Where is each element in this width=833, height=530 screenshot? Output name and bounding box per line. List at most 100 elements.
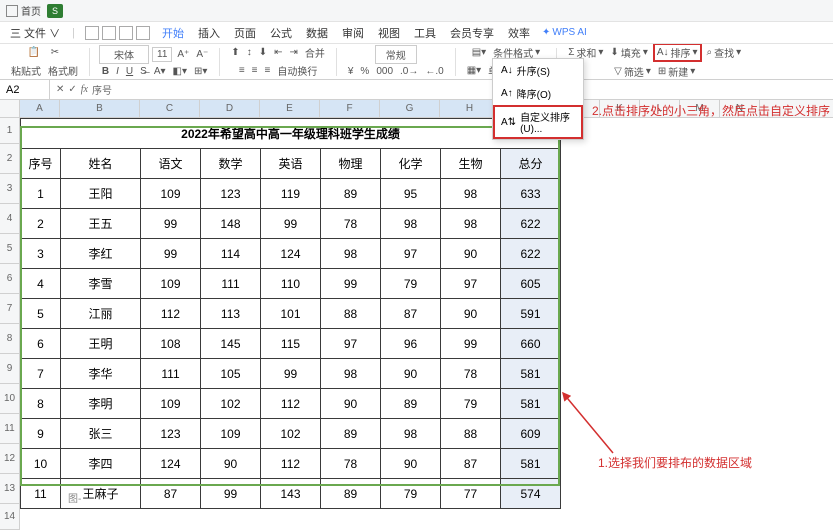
- toolbar-icon[interactable]: [102, 26, 116, 40]
- align-center[interactable]: ≡: [250, 64, 260, 77]
- table-row[interactable]: 2王五9914899789898622: [21, 209, 561, 239]
- col-header[interactable]: A: [20, 100, 60, 117]
- italic-button[interactable]: I: [114, 65, 121, 78]
- table-row[interactable]: 6王明108145115979699660: [21, 329, 561, 359]
- underline-button[interactable]: U: [124, 65, 135, 78]
- paste-icon: 📋: [27, 46, 41, 60]
- row-header[interactable]: 3: [0, 174, 19, 204]
- comma-button[interactable]: 000: [374, 65, 395, 78]
- new-button[interactable]: ⊞ 新建▾: [656, 63, 697, 80]
- table-row[interactable]: 8李明109102112908979581: [21, 389, 561, 419]
- style2[interactable]: ▦▾: [465, 64, 483, 77]
- font-size-select[interactable]: 11: [152, 47, 172, 62]
- font-color[interactable]: A▾: [152, 65, 168, 78]
- merge-button[interactable]: 合并: [303, 44, 327, 61]
- font-shrink[interactable]: A⁻: [194, 48, 210, 61]
- find-button[interactable]: ⌕ 查找▾: [705, 44, 744, 61]
- font-group: 宋体 11 A⁺ A⁻ B I U S̶ A▾ ◧▾ ⊞▾: [96, 45, 213, 78]
- row-header[interactable]: 9: [0, 354, 19, 384]
- table-row[interactable]: 7李华11110599989078581: [21, 359, 561, 389]
- currency-button[interactable]: ¥: [346, 65, 356, 78]
- cancel-icon[interactable]: ✕: [56, 84, 64, 95]
- wps-ai-button[interactable]: ✦ WPS AI: [542, 27, 587, 38]
- toolbar-icon[interactable]: [85, 26, 99, 40]
- dec-inc[interactable]: .0→: [398, 65, 420, 78]
- col-header[interactable]: F: [320, 100, 380, 117]
- menu-efficiency[interactable]: 效率: [506, 23, 532, 43]
- row-header[interactable]: 4: [0, 204, 19, 234]
- col-header[interactable]: H: [440, 100, 500, 117]
- col-header[interactable]: E: [260, 100, 320, 117]
- formula-input[interactable]: 序号: [92, 82, 112, 97]
- col-header[interactable]: D: [200, 100, 260, 117]
- row-header[interactable]: 11: [0, 414, 19, 444]
- filter-button[interactable]: ▽ 筛选▾: [612, 63, 653, 80]
- number-format[interactable]: 常规: [375, 45, 417, 64]
- menu-view[interactable]: 视图: [376, 23, 402, 43]
- fx-icon[interactable]: fx: [81, 84, 88, 95]
- col-header[interactable]: C: [140, 100, 200, 117]
- wrap-button[interactable]: 自动换行: [275, 62, 319, 79]
- sort-desc[interactable]: A↑降序(O): [493, 82, 583, 105]
- font-grow[interactable]: A⁺: [175, 48, 191, 61]
- table-row[interactable]: 11王麻子8799143897977574: [21, 479, 561, 509]
- row-header[interactable]: 8: [0, 324, 19, 354]
- align-bot[interactable]: ⬇: [257, 46, 269, 59]
- toolbar-icon[interactable]: [136, 26, 150, 40]
- align-left[interactable]: ≡: [237, 64, 247, 77]
- percent-button[interactable]: %: [358, 65, 371, 78]
- confirm-icon[interactable]: ✓: [68, 84, 76, 95]
- font-name-select[interactable]: 宋体: [99, 45, 149, 64]
- table-row[interactable]: 5江丽112113101888790591: [21, 299, 561, 329]
- align-top[interactable]: ⬆: [229, 46, 241, 59]
- row-header[interactable]: 2: [0, 144, 19, 174]
- toolbar-icon[interactable]: [119, 26, 133, 40]
- select-all-corner[interactable]: [0, 100, 19, 118]
- fill-color[interactable]: ◧▾: [171, 65, 189, 78]
- row-header[interactable]: 5: [0, 234, 19, 264]
- strike-button[interactable]: S̶: [138, 65, 149, 78]
- paste-button[interactable]: 📋: [25, 45, 43, 61]
- border-button[interactable]: ⊞▾: [192, 65, 209, 78]
- cut-icon: ✂: [48, 46, 62, 60]
- row-header[interactable]: 6: [0, 264, 19, 294]
- sort-button[interactable]: A↓ 排序▾: [653, 44, 702, 62]
- col-header[interactable]: G: [380, 100, 440, 117]
- row-header[interactable]: 12: [0, 444, 19, 474]
- home-tab[interactable]: 首页: [6, 3, 41, 18]
- doc-tab-icon[interactable]: S: [47, 4, 63, 18]
- row-header[interactable]: 7: [0, 294, 19, 324]
- row-header[interactable]: 1: [0, 118, 19, 144]
- row-header[interactable]: 10: [0, 384, 19, 414]
- table-row[interactable]: 10李四12490112789087581: [21, 449, 561, 479]
- table-row[interactable]: 3李红99114124989790622: [21, 239, 561, 269]
- align-mid[interactable]: ↕: [245, 46, 254, 59]
- menu-member[interactable]: 会员专享: [448, 23, 496, 43]
- indent-dec[interactable]: ⇤: [272, 46, 284, 59]
- paste-label[interactable]: 粘贴式: [9, 62, 43, 79]
- fill-button[interactable]: ⬇ 填充▾: [608, 44, 649, 61]
- sort-asc[interactable]: A↓升序(S): [493, 59, 583, 82]
- col-header[interactable]: B: [60, 100, 140, 117]
- menu-data[interactable]: 数据: [304, 23, 330, 43]
- row-header[interactable]: 14: [0, 504, 19, 530]
- menu-start[interactable]: 开始: [160, 23, 186, 43]
- table-row[interactable]: 9张三123109102899888609: [21, 419, 561, 449]
- file-menu[interactable]: 三 文件 ∨: [8, 23, 62, 43]
- dec-dec[interactable]: ←.0: [423, 65, 445, 78]
- menu-formula[interactable]: 公式: [268, 23, 294, 43]
- table-row[interactable]: 4李雪109111110997997605: [21, 269, 561, 299]
- menu-tools[interactable]: 工具: [412, 23, 438, 43]
- menu-review[interactable]: 审阅: [340, 23, 366, 43]
- align-right[interactable]: ≡: [263, 64, 273, 77]
- sort-custom[interactable]: A⇅自定义排序(U)...: [493, 105, 583, 139]
- style1[interactable]: ▤▾: [470, 46, 488, 59]
- name-box[interactable]: A2: [0, 80, 50, 99]
- indent-inc[interactable]: ⇥: [287, 46, 299, 59]
- bold-button[interactable]: B: [100, 65, 111, 78]
- table-row[interactable]: 1王阳109123119899598633: [21, 179, 561, 209]
- cut-button[interactable]: ✂: [46, 45, 64, 61]
- menu-page[interactable]: 页面: [232, 23, 258, 43]
- menu-insert[interactable]: 插入: [196, 23, 222, 43]
- format-painter[interactable]: 格式刷: [46, 62, 80, 79]
